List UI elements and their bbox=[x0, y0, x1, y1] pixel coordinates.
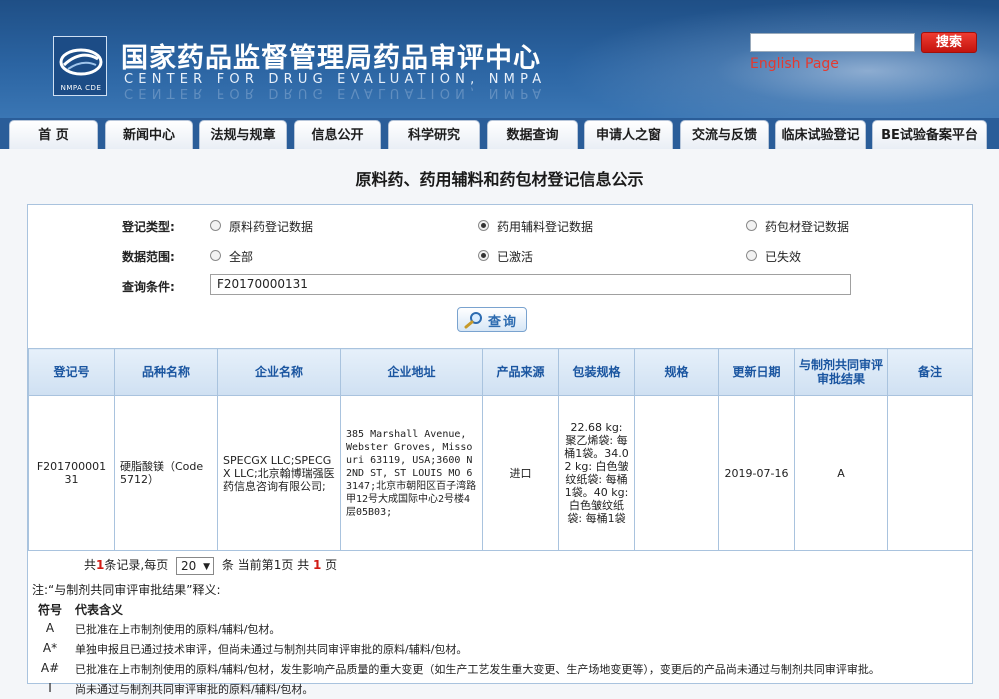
cell-company: SPECGX LLC;SPECGX LLC;北京翰博瑞强医药信息咨询有限公司; bbox=[217, 395, 341, 551]
radio-api-data[interactable] bbox=[210, 220, 221, 231]
col-header-reg-no: 登记号 bbox=[28, 348, 115, 396]
main-nav: 首 页 新闻中心 法规与规章 信息公开 科学研究 数据查询 申请人之窗 交流与反… bbox=[0, 118, 999, 149]
cell-source: 进口 bbox=[482, 395, 559, 551]
radio-excipient-data[interactable] bbox=[478, 220, 489, 231]
nav-item-info-disclosure[interactable]: 信息公开 bbox=[294, 120, 381, 149]
col-header-product: 品种名称 bbox=[114, 348, 218, 396]
logo-emblem-icon bbox=[59, 48, 103, 76]
col-header-updated: 更新日期 bbox=[718, 348, 795, 396]
radio-scope-expired-label: 已失效 bbox=[765, 250, 802, 264]
magnifier-icon bbox=[464, 312, 482, 329]
cell-package: 22.68 kg: 聚乙烯袋: 每桶1袋。34.02 kg: 白色皱纹纸袋: 每… bbox=[558, 395, 635, 551]
nav-item-be-trial[interactable]: BE试验备案平台 bbox=[872, 120, 987, 149]
search-button[interactable]: 搜索 bbox=[921, 32, 977, 53]
pager-mid1: 条记录,每页 bbox=[104, 558, 169, 572]
nav-item-home[interactable]: 首 页 bbox=[9, 120, 98, 149]
table-row: F20170000131 硬脂酸镁（Code 5712） SPECGX LLC;… bbox=[28, 395, 973, 551]
radio-scope-all[interactable] bbox=[210, 250, 221, 261]
pager-mid2: 条 当前第 bbox=[221, 558, 274, 572]
col-header-source: 产品来源 bbox=[482, 348, 559, 396]
query-condition-input[interactable]: F20170000131 bbox=[210, 274, 851, 295]
site-title-en-reflection: CENTER FOR DRUG EVALUATION, NMPA bbox=[124, 85, 547, 100]
nav-item-clinical-trial[interactable]: 临床试验登记 bbox=[775, 120, 866, 149]
legend-code: A# bbox=[40, 661, 60, 675]
english-page-link[interactable]: English Page bbox=[750, 56, 839, 72]
cell-product: 硬脂酸镁（Code 5712） bbox=[114, 395, 218, 551]
chevron-down-icon: ▼ bbox=[203, 561, 211, 572]
cell-address: 385 Marshall Avenue, Webster Groves, Mis… bbox=[340, 395, 483, 551]
site-logo[interactable]: NMPA CDE bbox=[53, 36, 107, 96]
logo-text: NMPA CDE bbox=[60, 84, 102, 92]
legend-col-meaning: 代表含义 bbox=[75, 603, 124, 617]
col-header-spec: 规格 bbox=[634, 348, 719, 396]
legend-code: A* bbox=[42, 641, 58, 655]
cell-spec bbox=[634, 395, 719, 551]
cell-remark bbox=[887, 395, 973, 551]
radio-excipient-data-label: 药用辅料登记数据 bbox=[497, 220, 594, 234]
pager-mid3: 页 共 bbox=[281, 558, 310, 572]
pager-suffix: 页 bbox=[325, 558, 338, 572]
radio-packaging-data-label: 药包材登记数据 bbox=[765, 220, 850, 234]
pager-pages: 1 bbox=[312, 558, 322, 572]
col-header-result: 与制剂共同审评审批结果 bbox=[794, 348, 888, 396]
radio-scope-active[interactable] bbox=[478, 250, 489, 261]
query-button-label: 查询 bbox=[488, 315, 519, 330]
legend-col-code: 符号 bbox=[38, 603, 63, 617]
radio-packaging-data[interactable] bbox=[746, 220, 757, 231]
per-page-select[interactable]: 20 ▼ bbox=[176, 556, 215, 575]
nav-item-applicant[interactable]: 申请人之窗 bbox=[584, 120, 673, 149]
page-title: 原料药、药用辅料和药包材登记信息公示 bbox=[355, 170, 644, 189]
cell-reg-no: F20170000131 bbox=[28, 395, 115, 551]
col-header-company: 企业名称 bbox=[217, 348, 341, 396]
query-condition-label: 查询条件: bbox=[122, 280, 175, 294]
table-header-row: 登记号 品种名称 企业名称 企业地址 产品来源 包装规格 规格 更新日期 与制剂… bbox=[28, 348, 973, 396]
nav-item-feedback[interactable]: 交流与反馈 bbox=[680, 120, 769, 149]
radio-scope-expired[interactable] bbox=[746, 250, 757, 261]
radio-scope-active-label: 已激活 bbox=[497, 250, 534, 264]
col-header-remark: 备注 bbox=[887, 348, 973, 396]
registration-table: 登记号 品种名称 企业名称 企业地址 产品来源 包装规格 规格 更新日期 与制剂… bbox=[28, 348, 973, 551]
legend-code: A bbox=[45, 621, 55, 635]
radio-api-data-label: 原料药登记数据 bbox=[229, 220, 314, 234]
data-scope-label: 数据范围: bbox=[122, 250, 175, 264]
pagination: 共1条记录,每页 20 ▼ 条 当前第1页 共 1 页 bbox=[84, 556, 337, 576]
col-header-address: 企业地址 bbox=[340, 348, 483, 396]
cell-result: A bbox=[794, 395, 888, 551]
radio-scope-all-label: 全部 bbox=[229, 250, 254, 264]
query-button[interactable]: 查询 bbox=[457, 307, 527, 332]
site-search-input[interactable] bbox=[750, 33, 915, 52]
col-header-package: 包装规格 bbox=[558, 348, 635, 396]
site-header: NMPA CDE 国家药品监督管理局药品审评中心 CENTER FOR DRUG… bbox=[0, 0, 999, 118]
pager-prefix: 共 bbox=[84, 558, 97, 572]
legend-text: 单独申报且已通过技术审评，但尚未通过与制剂共同审评审批的原料/辅料/包材。 bbox=[75, 643, 468, 656]
legend-text: 已批准在上市制剂使用的原料/辅料/包材，发生影响产品质量的重大变更（如生产工艺发… bbox=[75, 663, 880, 676]
cell-updated: 2019-07-16 bbox=[718, 395, 795, 551]
site-title-cn: 国家药品监督管理局药品审评中心 bbox=[121, 43, 541, 74]
nav-item-news[interactable]: 新闻中心 bbox=[105, 120, 193, 149]
nav-item-research[interactable]: 科学研究 bbox=[388, 120, 480, 149]
legend-text: 尚未通过与制剂共同审评审批的原料/辅料/包材。 bbox=[75, 683, 314, 696]
registration-type-label: 登记类型: bbox=[122, 220, 175, 234]
nav-item-data-query[interactable]: 数据查询 bbox=[487, 120, 578, 149]
legend-code: I bbox=[48, 681, 52, 695]
per-page-value: 20 bbox=[181, 558, 197, 573]
legend-text: 已批准在上市制剂使用的原料/辅料/包材。 bbox=[75, 623, 281, 636]
notes-title: 注:“与制剂共同审评审批结果”释义: bbox=[32, 583, 221, 597]
nav-item-regulations[interactable]: 法规与规章 bbox=[199, 120, 287, 149]
